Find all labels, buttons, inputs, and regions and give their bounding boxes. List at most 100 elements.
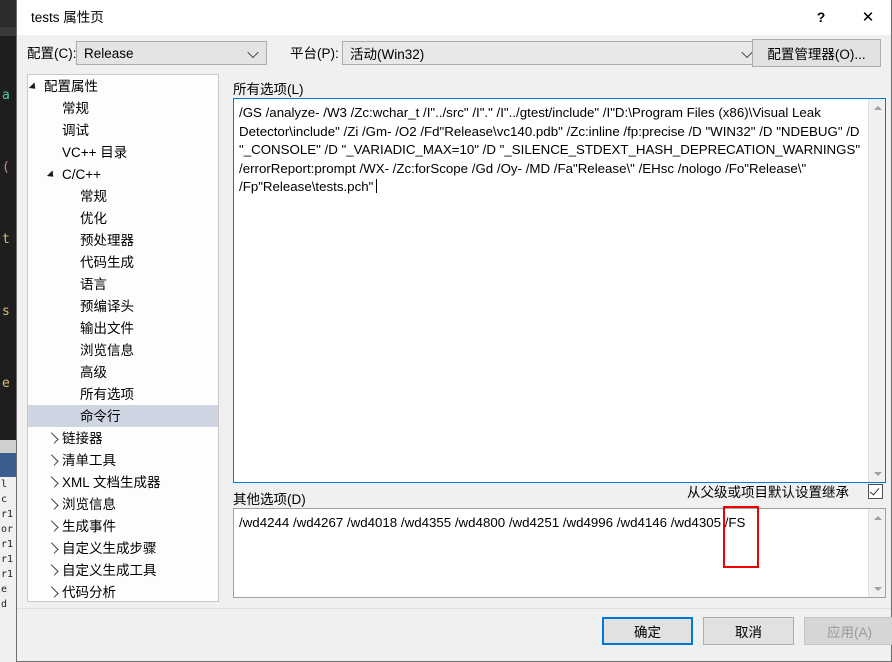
tree-item-label: VC++ 目录 bbox=[62, 144, 128, 160]
tree-item-17[interactable]: 清单工具 bbox=[28, 449, 218, 471]
check-icon bbox=[869, 485, 880, 496]
inherit-label: 从父级或项目默认设置继承 bbox=[687, 485, 849, 500]
additional-options-label: 其他选项(D) bbox=[233, 492, 306, 507]
tree-item-18[interactable]: XML 文档生成器 bbox=[28, 471, 218, 493]
tree-item-22[interactable]: 自定义生成工具 bbox=[28, 559, 218, 581]
tree-item-12[interactable]: 浏览信息 bbox=[28, 339, 218, 361]
all-options-label: 所有选项(L) bbox=[233, 82, 304, 97]
tree-item-label: 配置属性 bbox=[44, 78, 98, 94]
tree-item-14[interactable]: 所有选项 bbox=[28, 383, 218, 405]
apply-button: 应用(A) bbox=[804, 617, 892, 645]
additional-options-scrollbar[interactable] bbox=[868, 509, 885, 597]
tree-item-3[interactable]: VC++ 目录 bbox=[28, 141, 218, 163]
tree-item-16[interactable]: 链接器 bbox=[28, 427, 218, 449]
tree-item-label: 链接器 bbox=[62, 430, 103, 446]
configuration-value: Release bbox=[84, 45, 134, 61]
tree-item-20[interactable]: 生成事件 bbox=[28, 515, 218, 537]
close-icon[interactable]: ✕ bbox=[845, 0, 891, 34]
tree-item-label: 代码生成 bbox=[80, 254, 134, 270]
dialog-title: tests 属性页 bbox=[31, 10, 104, 25]
tree-item-label: 清单工具 bbox=[62, 452, 116, 468]
tree-item-0[interactable]: 配置属性 bbox=[28, 75, 218, 97]
tree-item-label: XML 文档生成器 bbox=[62, 474, 161, 490]
collapse-arrow-icon[interactable] bbox=[46, 449, 62, 471]
tree-item-label: 预处理器 bbox=[80, 232, 134, 248]
text-caret bbox=[376, 179, 378, 194]
expand-arrow-icon[interactable] bbox=[46, 163, 62, 185]
all-options-scrollbar[interactable] bbox=[868, 99, 885, 482]
tree-item-9[interactable]: 语言 bbox=[28, 273, 218, 295]
collapse-arrow-icon[interactable] bbox=[46, 559, 62, 581]
tree-item-13[interactable]: 高级 bbox=[28, 361, 218, 383]
ok-button[interactable]: 确定 bbox=[602, 617, 693, 645]
tree-item-label: 高级 bbox=[80, 364, 107, 380]
tree-item-15[interactable]: 命令行 bbox=[28, 405, 218, 427]
platform-dropdown[interactable]: 活动(Win32) bbox=[342, 41, 761, 65]
collapse-arrow-icon[interactable] bbox=[46, 471, 62, 493]
tree-item-4[interactable]: C/C++ bbox=[28, 163, 218, 185]
tree-item-label: 预编译头 bbox=[80, 298, 134, 314]
tree-item-label: 浏览信息 bbox=[62, 496, 116, 512]
expand-arrow-icon[interactable] bbox=[28, 75, 44, 97]
collapse-arrow-icon[interactable] bbox=[46, 427, 62, 449]
tree-item-label: 常规 bbox=[80, 188, 107, 204]
tree-item-label: 语言 bbox=[80, 276, 107, 292]
tree-item-6[interactable]: 优化 bbox=[28, 207, 218, 229]
scroll-up-icon[interactable] bbox=[869, 509, 885, 526]
configuration-dropdown[interactable]: Release bbox=[76, 41, 267, 65]
chevron-down-icon bbox=[743, 49, 752, 58]
configuration-manager-button[interactable]: 配置管理器(O)... bbox=[752, 39, 881, 67]
cancel-button[interactable]: 取消 bbox=[703, 617, 794, 645]
tree-item-23[interactable]: 代码分析 bbox=[28, 581, 218, 601]
additional-options-textarea[interactable]: /wd4244 /wd4267 /wd4018 /wd4355 /wd4800 … bbox=[233, 508, 886, 598]
platform-label: 平台(P): bbox=[290, 46, 339, 61]
inherit-checkbox[interactable] bbox=[868, 484, 883, 499]
tree-item-10[interactable]: 预编译头 bbox=[28, 295, 218, 317]
collapse-arrow-icon[interactable] bbox=[46, 581, 62, 601]
tree-item-label: 自定义生成工具 bbox=[62, 562, 157, 578]
tree-item-label: 自定义生成步骤 bbox=[62, 540, 157, 556]
configuration-label: 配置(C): bbox=[27, 46, 77, 61]
tree-item-label: 浏览信息 bbox=[80, 342, 134, 358]
collapse-arrow-icon[interactable] bbox=[46, 493, 62, 515]
tree-item-8[interactable]: 代码生成 bbox=[28, 251, 218, 273]
tree-item-19[interactable]: 浏览信息 bbox=[28, 493, 218, 515]
help-icon[interactable]: ? bbox=[798, 0, 844, 34]
tree-item-11[interactable]: 输出文件 bbox=[28, 317, 218, 339]
tree-item-2[interactable]: 调试 bbox=[28, 119, 218, 141]
tree-item-label: 常规 bbox=[62, 100, 89, 116]
footer-separator bbox=[17, 608, 891, 609]
tree-item-1[interactable]: 常规 bbox=[28, 97, 218, 119]
tree-item-7[interactable]: 预处理器 bbox=[28, 229, 218, 251]
collapse-arrow-icon[interactable] bbox=[46, 515, 62, 537]
platform-value: 活动(Win32) bbox=[350, 47, 425, 62]
collapse-arrow-icon[interactable] bbox=[46, 537, 62, 559]
all-options-text: /GS /analyze- /W3 /Zc:wchar_t /I"../src"… bbox=[234, 99, 868, 482]
tree-item-label: C/C++ bbox=[62, 166, 102, 182]
configuration-bar: 配置(C): Release 平台(P): 活动(Win32) 配置管理器(O)… bbox=[17, 35, 891, 73]
tree-item-label: 命令行 bbox=[80, 408, 121, 424]
tree-item-5[interactable]: 常规 bbox=[28, 185, 218, 207]
scroll-down-icon[interactable] bbox=[869, 465, 885, 482]
title-bar: tests 属性页 ? ✕ bbox=[17, 0, 891, 35]
tree-item-label: 优化 bbox=[80, 210, 107, 226]
additional-options-text: /wd4244 /wd4267 /wd4018 /wd4355 /wd4800 … bbox=[239, 515, 746, 530]
tree-item-label: 代码分析 bbox=[62, 584, 116, 600]
property-pages-dialog: tests 属性页 ? ✕ 配置(C): Release 平台(P): 活动(W… bbox=[16, 0, 892, 662]
scroll-down-icon[interactable] bbox=[869, 580, 885, 597]
scroll-up-icon[interactable] bbox=[869, 99, 885, 116]
tree-item-21[interactable]: 自定义生成步骤 bbox=[28, 537, 218, 559]
property-tree[interactable]: 配置属性 常规 调试 VC++ 目录 C/C++ 常规 优化 预处理器 代码生成 语言 预编译头 输出… bbox=[27, 74, 219, 602]
all-options-textarea[interactable]: /GS /analyze- /W3 /Zc:wchar_t /I"../src"… bbox=[233, 98, 886, 483]
